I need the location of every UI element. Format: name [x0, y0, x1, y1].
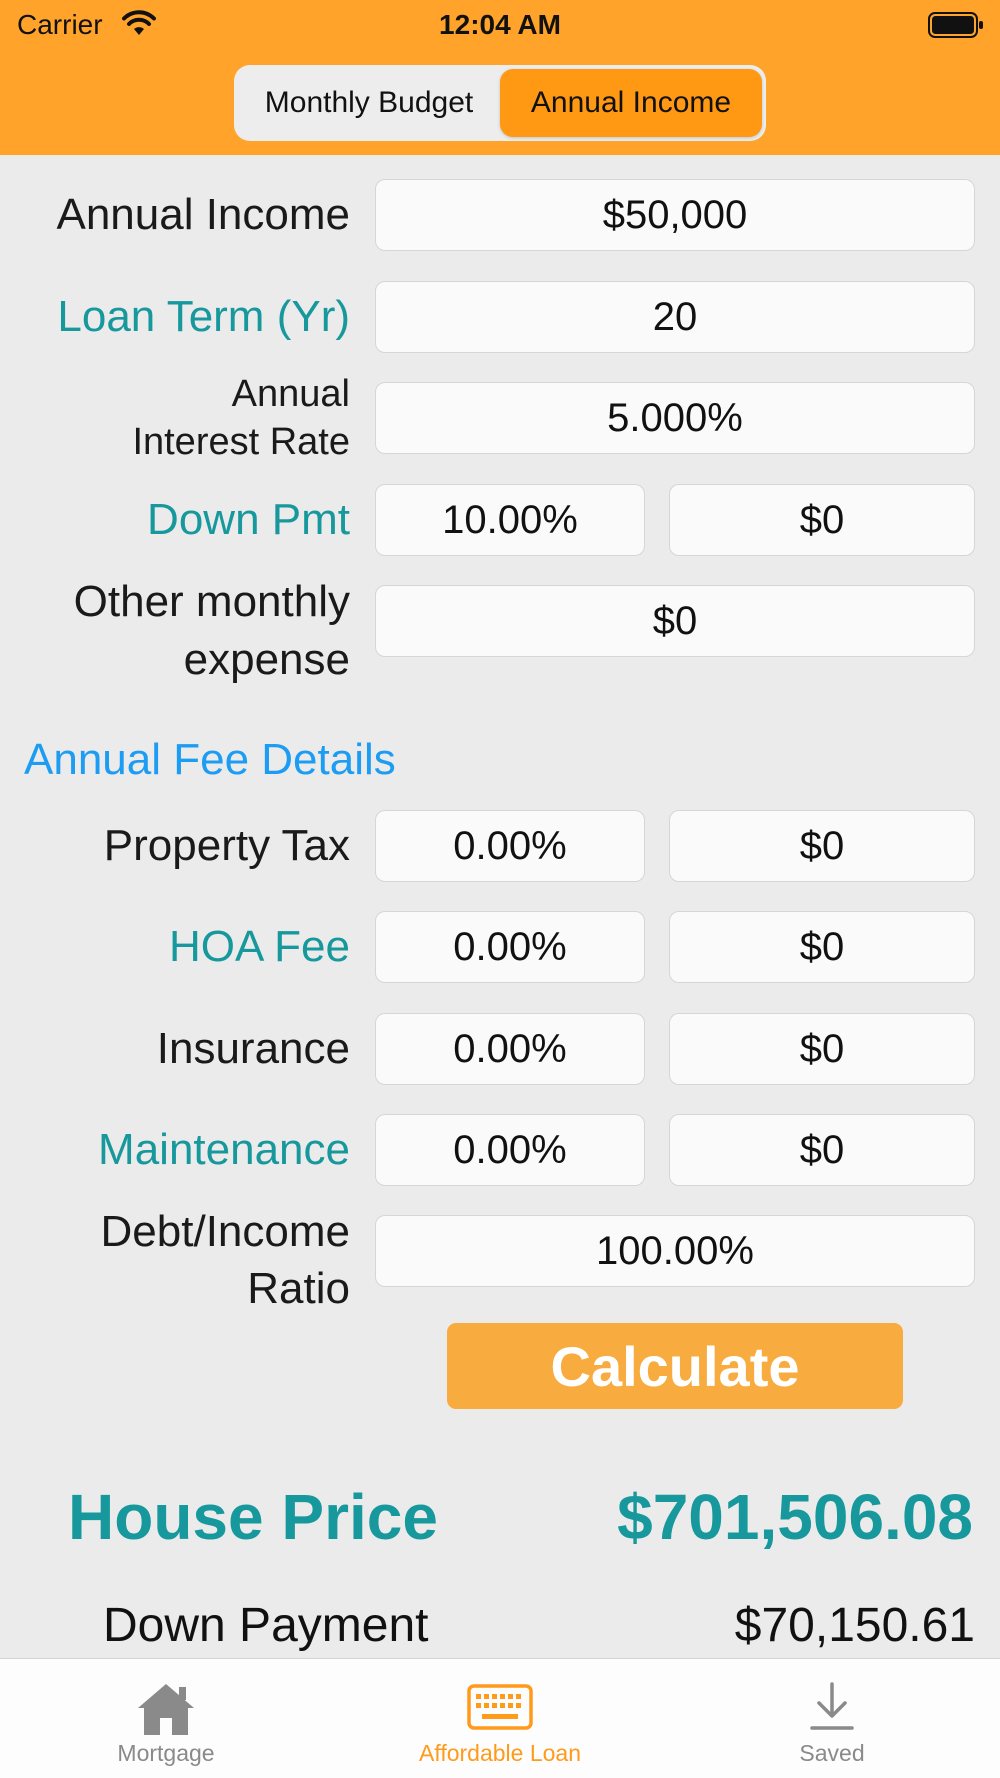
down-payment-value: $70,150.61 — [734, 1599, 975, 1652]
insurance-percent-field[interactable]: 0.00% — [375, 1013, 645, 1085]
debt-income-label-line2: Ratio — [247, 1264, 350, 1313]
download-icon — [810, 1682, 854, 1730]
maintenance-label[interactable]: Maintenance — [98, 1124, 350, 1176]
tab-saved[interactable]: Saved — [712, 1659, 952, 1778]
insurance-label: Insurance — [156, 1024, 350, 1073]
annual-income-field[interactable]: $50,000 — [375, 179, 975, 251]
maintenance-percent-field[interactable]: 0.00% — [375, 1114, 645, 1186]
hoa-fee-label[interactable]: HOA Fee — [169, 921, 350, 973]
calculate-button[interactable]: Calculate — [447, 1323, 903, 1409]
keyboard-icon — [467, 1684, 533, 1730]
tab-affordable-loan-label: Affordable Loan — [419, 1740, 581, 1766]
insurance-amount-field[interactable]: $0 — [669, 1013, 975, 1085]
interest-rate-label: Annual Interest Rate — [132, 370, 350, 466]
down-pmt-percent-field[interactable]: 10.00% — [375, 484, 645, 556]
hoa-fee-amount-field[interactable]: $0 — [669, 911, 975, 983]
header-bar: Carrier 12:04 AM Monthly Budget Annual I… — [0, 0, 1000, 155]
annual-income-label: Annual Income — [56, 190, 350, 239]
loan-term-label[interactable]: Loan Term (Yr) — [57, 291, 350, 343]
other-expense-label-line2: expense — [183, 635, 350, 684]
down-pmt-amount-field[interactable]: $0 — [669, 484, 975, 556]
debt-income-field[interactable]: 100.00% — [375, 1215, 975, 1287]
property-tax-amount-field[interactable]: $0 — [669, 810, 975, 882]
mode-segmented-control: Monthly Budget Annual Income — [234, 65, 766, 141]
other-expense-label-line1: Other monthly — [73, 577, 350, 626]
debt-income-label-line1: Debt/Income — [100, 1207, 350, 1256]
down-payment-label: Down Payment — [103, 1599, 429, 1652]
tab-saved-label: Saved — [799, 1740, 865, 1766]
segment-monthly-budget[interactable]: Monthly Budget — [238, 69, 500, 137]
annual-fee-details-title: Annual Fee Details — [24, 735, 396, 784]
interest-rate-field[interactable]: 5.000% — [375, 382, 975, 454]
interest-rate-label-line1: Annual — [231, 373, 350, 415]
tab-affordable-loan[interactable]: Affordable Loan — [380, 1659, 620, 1778]
loan-term-field[interactable]: 20 — [375, 281, 975, 353]
down-pmt-label[interactable]: Down Pmt — [147, 494, 350, 546]
other-expense-label: Other monthly expense — [74, 573, 350, 689]
other-expense-field[interactable]: $0 — [375, 585, 975, 657]
debt-income-label: Debt/Income Ratio — [101, 1203, 350, 1317]
hoa-fee-percent-field[interactable]: 0.00% — [375, 911, 645, 983]
battery-icon — [928, 12, 983, 38]
house-icon — [138, 1684, 194, 1735]
property-tax-label: Property Tax — [103, 821, 350, 870]
clock: 12:04 AM — [439, 9, 561, 40]
tab-bar: Mortgage Affordable Loan Saved — [0, 1658, 1000, 1778]
tab-mortgage[interactable]: Mortgage — [46, 1659, 286, 1778]
maintenance-amount-field[interactable]: $0 — [669, 1114, 975, 1186]
status-bar: Carrier 12:04 AM — [0, 0, 1000, 50]
tab-mortgage-label: Mortgage — [117, 1740, 215, 1766]
interest-rate-label-line2: Interest Rate — [132, 421, 350, 463]
house-price-label: House Price — [68, 1481, 438, 1553]
house-price-value: $701,506.08 — [617, 1481, 973, 1553]
property-tax-percent-field[interactable]: 0.00% — [375, 810, 645, 882]
segment-annual-income[interactable]: Annual Income — [500, 69, 762, 137]
